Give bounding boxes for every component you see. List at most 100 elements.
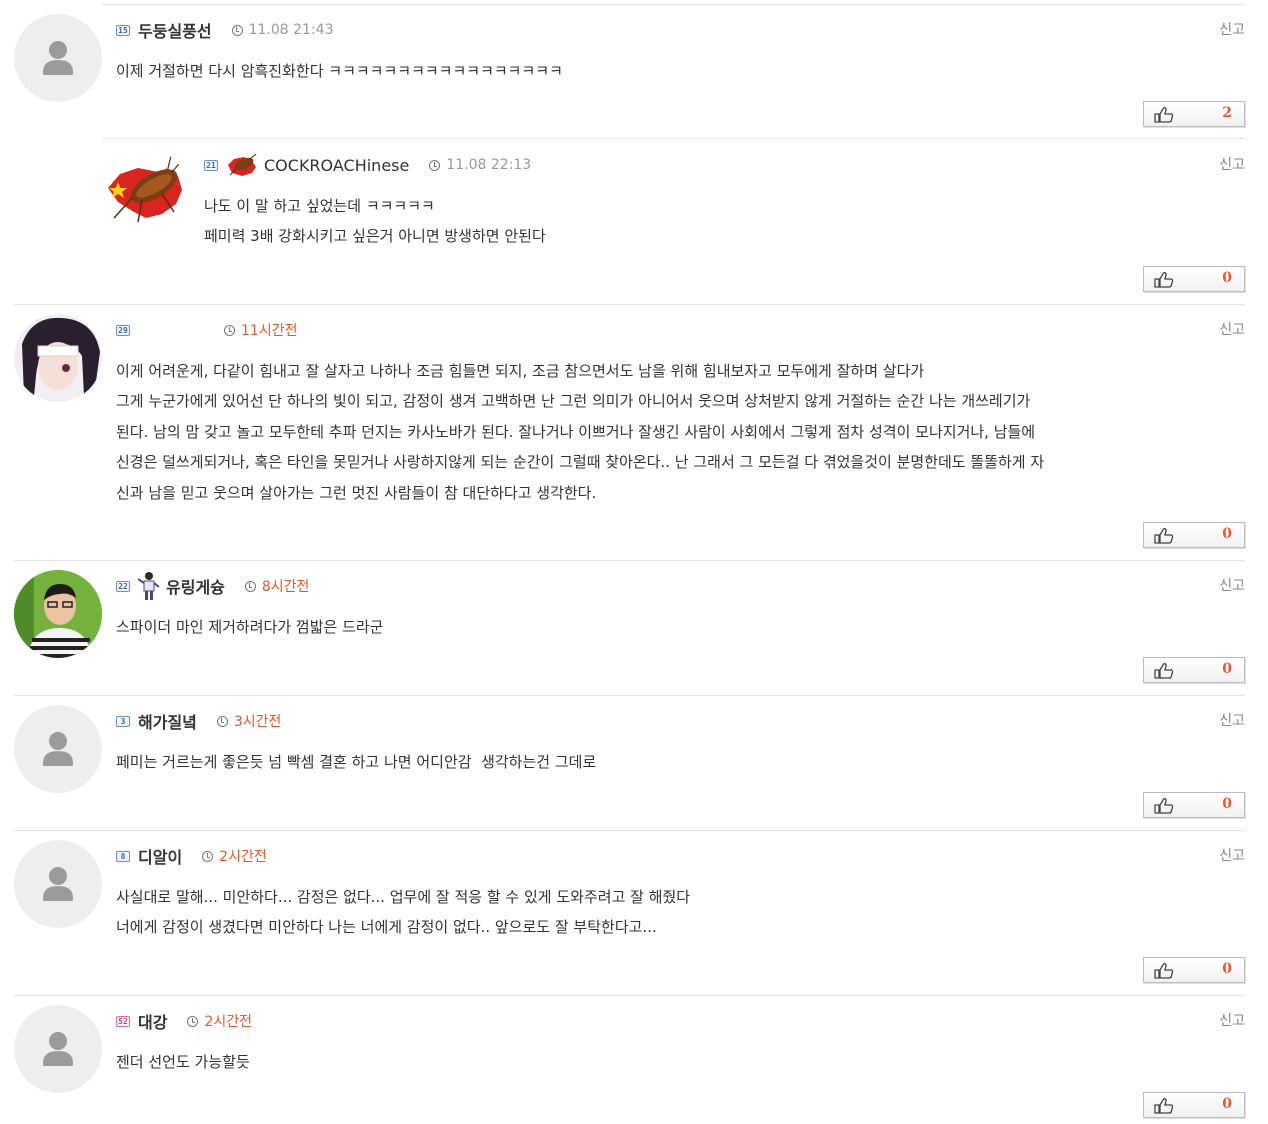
level-badge: 3 xyxy=(116,715,130,727)
report-link[interactable]: 신고 xyxy=(1219,710,1245,730)
cockroach-flag-icon xyxy=(228,153,257,176)
level-badge: 22 xyxy=(116,580,130,592)
comment-line: 이게 어려운게, 다같이 힘내고 잘 살자고 나하나 조금 힘들면 되지, 조금… xyxy=(116,362,925,380)
comment-line: 사실대로 말해... 미안하다... 감정은 없다... 업무에 잘 적응 할 … xyxy=(116,888,691,906)
default-user-icon xyxy=(14,14,102,102)
comment-header: 29 11시간전 xyxy=(116,319,297,341)
thumbs-up-icon xyxy=(1154,527,1174,544)
avatar[interactable] xyxy=(14,840,102,928)
clock-icon xyxy=(216,715,228,727)
report-link[interactable]: 신고 xyxy=(1219,1010,1245,1030)
avatar[interactable] xyxy=(14,314,102,402)
comment-line: 이제 거절하면 다시 암흑진화한다 ㅋㅋㅋㅋㅋㅋㅋㅋㅋㅋㅋㅋㅋㅋㅋㅋㅋ xyxy=(116,62,563,80)
like-button[interactable]: 2 xyxy=(1143,101,1245,127)
nickname[interactable]: COCKROACHinese xyxy=(264,156,409,175)
nickname[interactable]: 두둥실풍선 xyxy=(138,18,212,42)
level-badge: 29 xyxy=(116,324,130,336)
comment-body: 사실대로 말해... 미안하다... 감정은 없다... 업무에 잘 적응 할 … xyxy=(116,882,1239,943)
comment-header: 8 디알이 2시간전 xyxy=(116,845,267,867)
comment-list: 15 두둥실풍선 11.08 21:43 신고 이제 거절하면 다시 암흑진화한… xyxy=(0,0,1268,1124)
avatar[interactable] xyxy=(14,1005,102,1093)
like-button[interactable]: 0 xyxy=(1143,1092,1245,1118)
default-user-icon xyxy=(14,1005,102,1093)
thumbs-up-icon xyxy=(1154,662,1174,679)
anime-avatar xyxy=(14,314,102,402)
nickname[interactable]: 해가질녘 xyxy=(138,709,197,733)
level-badge: 52 xyxy=(116,1015,130,1027)
level-badge: 8 xyxy=(116,850,130,862)
comment-line: 신과 남을 믿고 웃으며 살아가는 그런 멋진 사람들이 참 대단하다고 생각한… xyxy=(116,483,597,502)
like-count: 0 xyxy=(1222,526,1232,542)
comment-body: 스파이더 마인 제거하려다가 껌밟은 드라군 xyxy=(116,612,1239,642)
level-badge: 21 xyxy=(204,159,218,171)
level-badge: 15 xyxy=(116,24,130,36)
like-button[interactable]: 0 xyxy=(1143,792,1245,818)
comment-body: 이게 어려운게, 다같이 힘내고 잘 살자고 나하나 조금 힘들면 되지, 조금… xyxy=(116,356,1239,508)
comment-item: 52 대강 2시간전 신고 젠더 선언도 가능할듯 0 xyxy=(14,996,1245,1124)
comment-line: 젠더 선언도 가능할듯 xyxy=(116,1053,250,1071)
comment-time: 8시간전 xyxy=(261,579,310,595)
clock-icon xyxy=(244,580,256,592)
avatar[interactable] xyxy=(14,570,102,658)
comment-time: 2시간전 xyxy=(204,1014,253,1030)
clock-icon xyxy=(224,324,235,336)
person-sticker-icon xyxy=(138,572,160,600)
clock-icon xyxy=(187,1015,199,1027)
like-button[interactable]: 0 xyxy=(1143,522,1245,548)
reply-item: 21 COCKROACHinese 11.08 22:13 신고 나도 이 말 … xyxy=(102,140,1245,305)
clock-icon xyxy=(202,850,214,862)
thumbs-up-icon xyxy=(1154,797,1174,814)
like-button[interactable]: 0 xyxy=(1143,266,1245,292)
like-count: 2 xyxy=(1222,105,1232,121)
comment-time: 2시간전 xyxy=(219,849,267,865)
avatar[interactable] xyxy=(14,14,102,102)
report-link[interactable]: 신고 xyxy=(1219,575,1245,595)
like-count: 0 xyxy=(1222,796,1232,812)
like-count: 0 xyxy=(1222,961,1232,977)
comment-item: 8 디알이 2시간전 신고 사실대로 말해... 미안하다... 감정은 없다.… xyxy=(14,831,1245,996)
comment-body: 젠더 선언도 가능할듯 xyxy=(116,1047,1239,1077)
comment-body: 이제 거절하면 다시 암흑진화한다 ㅋㅋㅋㅋㅋㅋㅋㅋㅋㅋㅋㅋㅋㅋㅋㅋㅋ xyxy=(116,56,1239,86)
default-user-icon xyxy=(14,705,102,793)
comment-header: 15 두둥실풍선 11.08 21:43 xyxy=(116,19,333,41)
like-count: 0 xyxy=(1222,1096,1232,1112)
like-button[interactable]: 0 xyxy=(1143,957,1245,983)
comment-item: 15 두둥실풍선 11.08 21:43 신고 이제 거절하면 다시 암흑진화한… xyxy=(14,5,1245,139)
like-button[interactable]: 0 xyxy=(1143,657,1245,683)
report-link[interactable]: 신고 xyxy=(1219,845,1245,865)
comment-item: 22 유링게슝 8시간전 신고 스파이더 마인 제거하려다가 껌밟은 드라군 0 xyxy=(14,561,1245,696)
comment-line: 페미력 3배 강화시키고 싶은거 아니면 방생하면 안된다 xyxy=(204,227,546,246)
comment-line: 스파이더 마인 제거하려다가 껌밟은 드라군 xyxy=(116,618,384,636)
comment-line: 신경은 덜쓰게되거나, 혹은 타인을 못믿거나 사랑하지않게 되는 순간이 그럴… xyxy=(116,453,1045,472)
clock-icon xyxy=(429,159,441,171)
thumbs-up-icon xyxy=(1154,271,1174,288)
comment-header: 52 대강 2시간전 xyxy=(116,1010,252,1032)
comment-body: 페미는 거르는게 좋은듯 넘 빡셈 결혼 하고 나면 어디안감 생각하는건 그데… xyxy=(116,747,1239,777)
comment-time: 3시간전 xyxy=(233,714,282,730)
thumbs-up-icon xyxy=(1154,1097,1174,1114)
comment-header: 3 해가질녘 3시간전 xyxy=(116,710,281,732)
avatar[interactable] xyxy=(102,148,188,234)
report-link[interactable]: 신고 xyxy=(1219,19,1245,39)
nickname[interactable]: 대강 xyxy=(138,1009,167,1033)
nickname[interactable]: 디알이 xyxy=(138,844,182,868)
report-link[interactable]: 신고 xyxy=(1219,154,1245,174)
comment-item: 29 11시간전 신고 이게 어려운게, 다같이 힘내고 잘 살자고 나하나 조… xyxy=(14,305,1245,561)
comment-time: 11.08 22:13 xyxy=(446,157,532,173)
avatar[interactable] xyxy=(14,705,102,793)
comment-time: 11시간전 xyxy=(241,323,298,339)
report-link[interactable]: 신고 xyxy=(1219,319,1245,339)
comment-line: 된다. 남의 맘 갖고 놀고 모두한테 추파 던지는 카사노바가 된다. 잘나거… xyxy=(116,422,1036,441)
photo-avatar xyxy=(14,570,102,658)
like-count: 0 xyxy=(1222,270,1232,286)
comment-line: 페미는 거르는게 좋은듯 넘 빡셈 결혼 하고 나면 어디안감 생각하는건 그데… xyxy=(116,753,597,771)
comment-line: 너에게 감정이 생겼다면 미안하다 나는 너에게 감정이 없다.. 앞으로도 잘… xyxy=(116,918,657,937)
clock-icon xyxy=(231,24,243,36)
thumbs-up-icon xyxy=(1154,106,1174,123)
comment-header: 22 유링게슝 8시간전 xyxy=(116,572,310,600)
comment-body: 나도 이 말 하고 싶었는데 ㅋㅋㅋㅋㅋ 페미력 3배 강화시키고 싶은거 아니… xyxy=(204,191,1239,252)
comment-header: 21 COCKROACHinese 11.08 22:13 xyxy=(204,153,532,176)
comment-line: 그게 누군가에게 있어선 단 하나의 빛이 되고, 감정이 생겨 고백하면 난 … xyxy=(116,392,1031,411)
nickname[interactable]: 유링게슝 xyxy=(166,574,225,598)
thumbs-up-icon xyxy=(1154,962,1174,979)
